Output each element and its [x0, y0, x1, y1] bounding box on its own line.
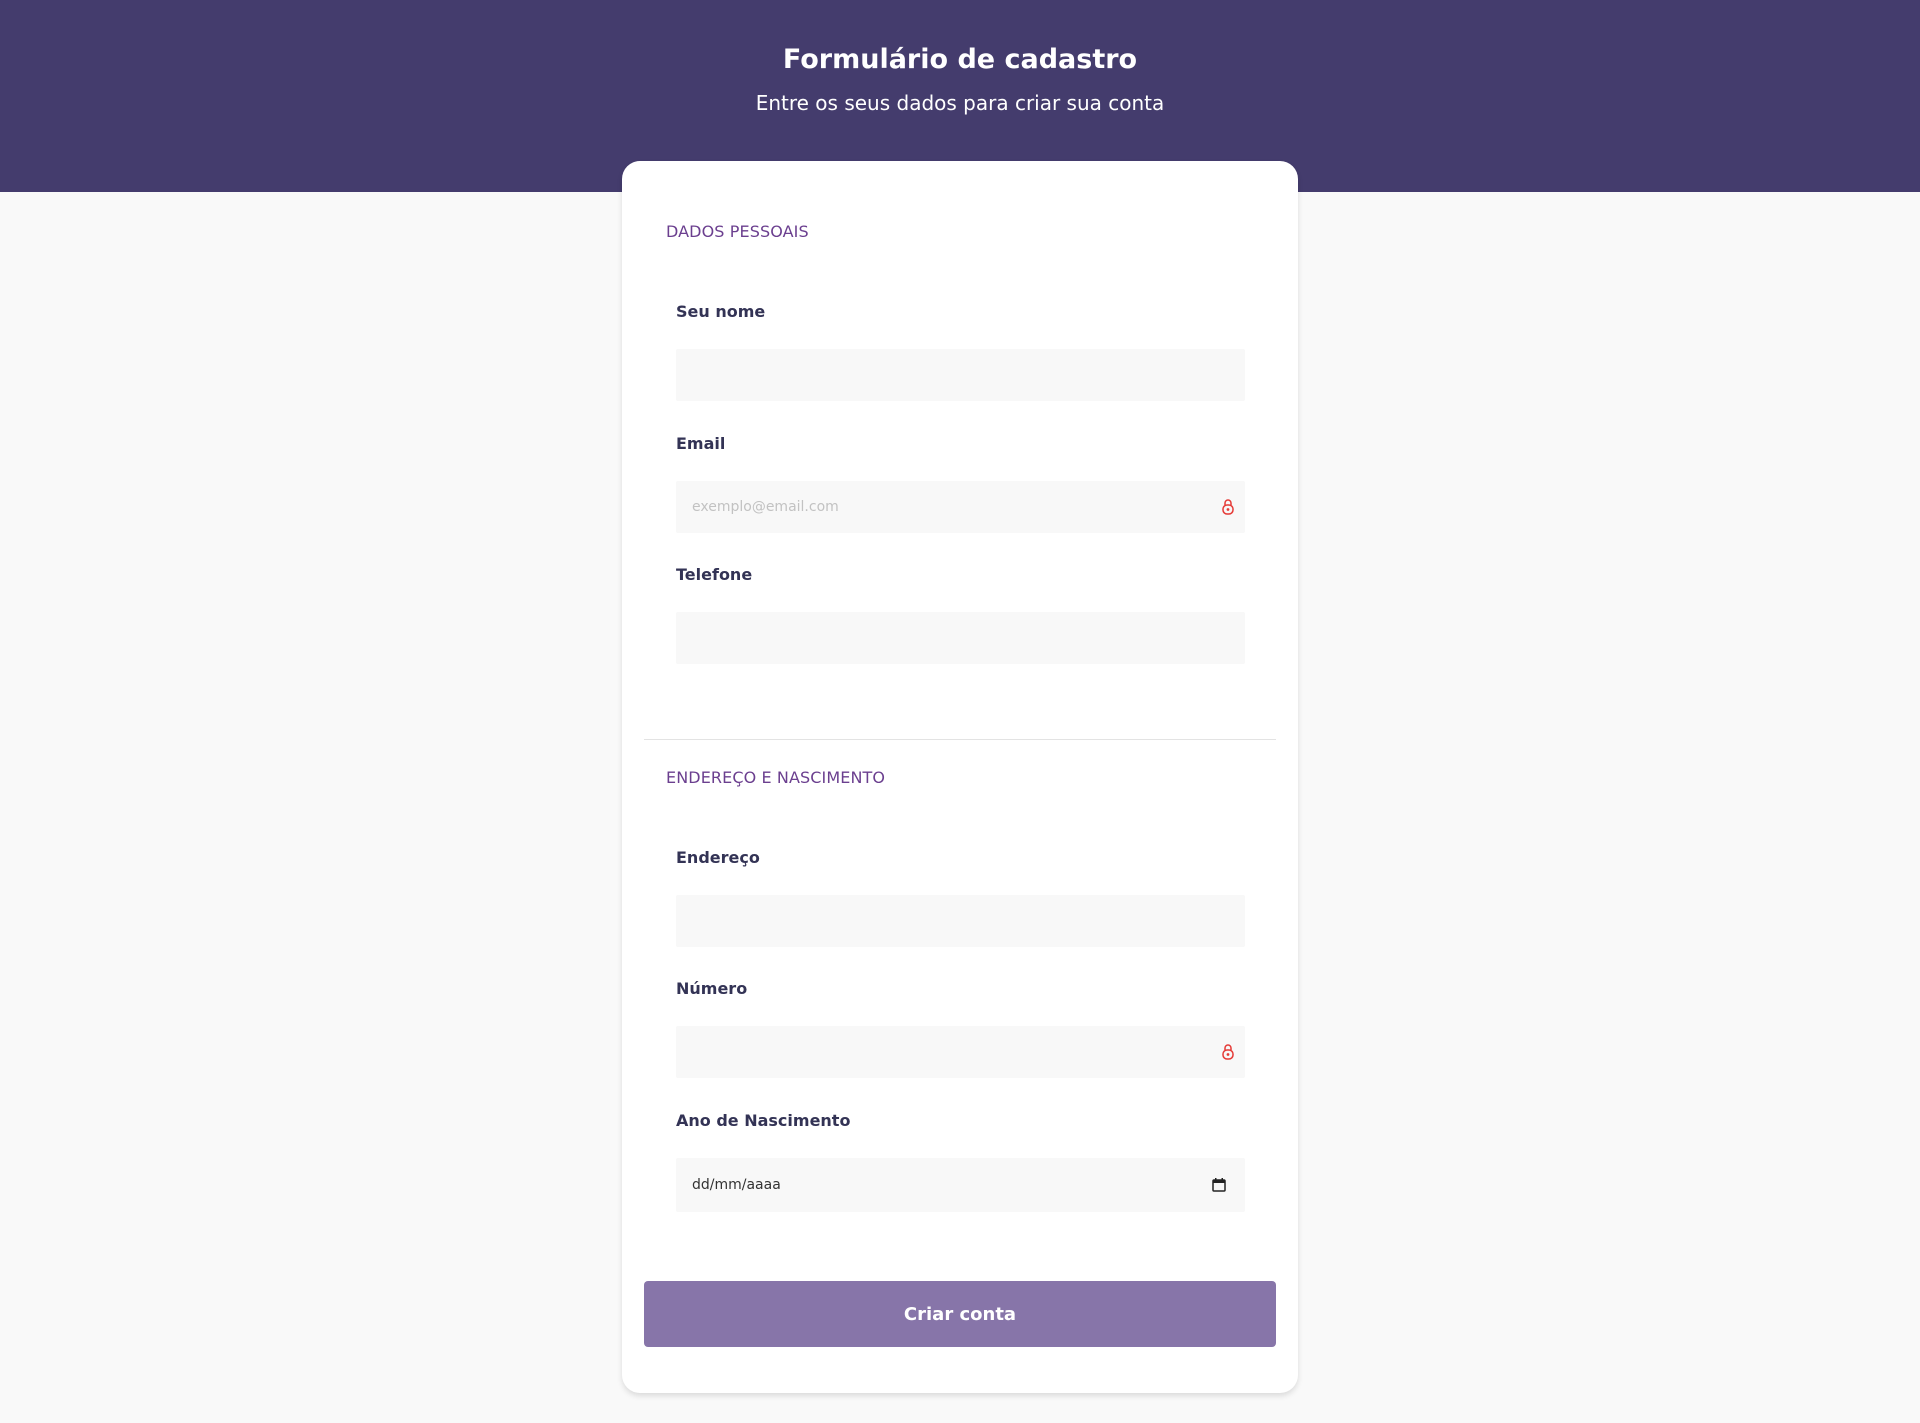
birth-year-label: Ano de Nascimento: [676, 1111, 851, 1130]
email-input[interactable]: exemplo@email.com: [676, 481, 1245, 533]
name-input[interactable]: [676, 349, 1245, 401]
lock-icon[interactable]: [1221, 498, 1235, 516]
name-label: Seu nome: [676, 302, 766, 321]
create-account-button[interactable]: Criar conta: [644, 1281, 1276, 1347]
page-title: Formulário de cadastro: [782, 44, 1138, 75]
number-input[interactable]: [676, 1026, 1245, 1078]
address-label: Endereço: [676, 848, 760, 867]
registration-form-card: DADOS PESSOAIS Seu nome Email exemplo@em…: [622, 161, 1298, 1393]
section-divider: [644, 739, 1276, 740]
email-placeholder: exemplo@email.com: [692, 499, 839, 515]
birth-date-input[interactable]: dd/mm/aaaa: [676, 1158, 1245, 1212]
address-input[interactable]: [676, 895, 1245, 947]
birth-date-placeholder: dd/mm/aaaa: [692, 1177, 781, 1193]
section-title-address-birth: ENDEREÇO E NASCIMENTO: [666, 768, 886, 787]
page-subtitle: Entre os seus dados para criar sua conta: [755, 91, 1165, 115]
email-label: Email: [676, 434, 726, 453]
number-label: Número: [676, 979, 748, 998]
phone-label: Telefone: [676, 565, 753, 584]
lock-icon[interactable]: [1221, 1043, 1235, 1061]
section-title-personal-data: DADOS PESSOAIS: [666, 222, 809, 241]
phone-input[interactable]: [676, 612, 1245, 664]
calendar-icon[interactable]: [1211, 1177, 1227, 1193]
